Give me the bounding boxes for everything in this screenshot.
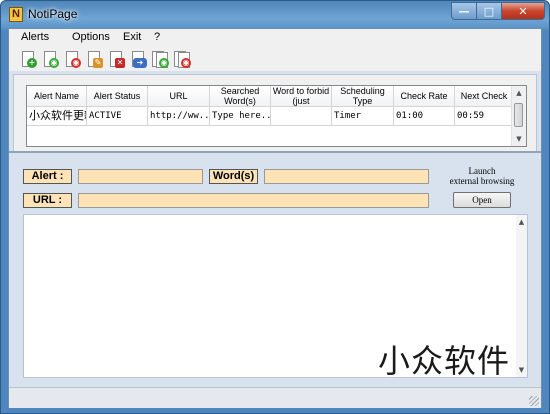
browser-scrollbar[interactable]: ▲ ▼ — [516, 215, 527, 377]
check-now-icon[interactable]: ➜ — [130, 51, 147, 68]
table-cell-check-rate[interactable]: 01:00 — [394, 107, 455, 126]
maximize-icon: □ — [483, 4, 495, 18]
column-header-scheduling-type[interactable]: Scheduling Type — [332, 86, 394, 107]
alerts-table: Alert Name Alert Status URL Searched Wor… — [26, 85, 527, 147]
stop-all-icon[interactable]: ◉ — [174, 51, 191, 68]
watermark-text: 小众软件 — [378, 342, 511, 380]
url-field[interactable] — [78, 193, 429, 208]
table-cell-next-check[interactable]: 00:59 — [455, 107, 514, 126]
table-cell-searched-words[interactable]: Type here... — [210, 107, 271, 126]
minimize-icon: — — [458, 4, 470, 18]
table-cell-scheduling-type[interactable]: Timer — [332, 107, 394, 126]
table-cell-alert-status[interactable]: ACTIVE — [87, 107, 148, 126]
url-label: URL : — [23, 193, 72, 208]
open-button[interactable]: Open — [453, 192, 511, 208]
words-label: Word(s) — [209, 169, 258, 184]
menu-exit[interactable]: Exit — [123, 31, 141, 43]
window-title: NotiPage — [28, 7, 78, 21]
column-header-searched-words[interactable]: Searched Word(s) — [210, 86, 271, 107]
notipage-app-icon[interactable]: N — [9, 7, 23, 22]
scroll-up-icon[interactable]: ▲ — [512, 86, 526, 100]
minimize-button[interactable]: — — [451, 2, 477, 20]
words-field[interactable] — [264, 169, 429, 184]
app-window: N NotiPage — □ ✕ Alerts Options Exit ? +… — [0, 0, 550, 414]
resize-grip-icon[interactable] — [529, 396, 539, 406]
column-header-next-check[interactable]: Next Check — [455, 86, 514, 107]
alert-name-field[interactable] — [78, 169, 203, 184]
menu-alerts[interactable]: Alerts — [21, 31, 49, 43]
column-header-url[interactable]: URL — [148, 86, 210, 107]
column-header-alert-name[interactable]: Alert Name — [27, 86, 87, 107]
delete-alert-icon[interactable]: ✕ — [108, 51, 125, 68]
pane-splitter[interactable] — [9, 151, 541, 153]
close-icon: ✕ — [518, 4, 528, 18]
edit-alert-icon[interactable]: ✎ — [86, 51, 103, 68]
add-alert-icon[interactable]: + — [20, 51, 37, 68]
column-header-word-to-forbid[interactable]: Word to forbid (just — [271, 86, 332, 107]
window-controls: — □ ✕ — [451, 2, 545, 21]
launch-label-line1: Launch — [468, 166, 496, 176]
scroll-down-icon[interactable]: ▼ — [512, 132, 526, 146]
launch-external-browsing-label: Launch external browsing — [437, 166, 527, 186]
launch-label-line2: external browsing — [449, 176, 515, 186]
column-header-alert-status[interactable]: Alert Status — [87, 86, 148, 107]
close-button[interactable]: ✕ — [502, 2, 545, 20]
menu-bar: Alerts Options Exit ? — [9, 29, 541, 48]
alert-label: Alert : — [23, 169, 72, 184]
menu-help[interactable]: ? — [154, 31, 160, 43]
table-cell-url[interactable]: http://ww... — [148, 107, 210, 126]
start-all-icon[interactable]: ◉ — [152, 51, 169, 68]
table-scrollbar[interactable]: ▲ ▼ — [511, 86, 526, 146]
browser-scroll-down-icon[interactable]: ▼ — [516, 363, 527, 377]
status-bar — [9, 387, 541, 408]
menu-options[interactable]: Options — [72, 31, 110, 43]
scroll-thumb[interactable] — [514, 103, 523, 127]
toolbar: + ◉ ◉ ✎ ✕ ➜ ◉ ◉ — [9, 48, 541, 71]
stop-alert-icon[interactable]: ◉ — [64, 51, 81, 68]
browser-scroll-up-icon[interactable]: ▲ — [516, 215, 527, 229]
column-header-check-rate[interactable]: Check Rate — [394, 86, 455, 107]
table-cell-alert-name[interactable]: 小众软件更新 — [27, 107, 87, 126]
maximize-button[interactable]: □ — [477, 2, 502, 20]
title-bar[interactable]: N NotiPage — □ ✕ — [1, 1, 549, 28]
alerts-pane: Alert Name Alert Status URL Searched Wor… — [13, 74, 537, 152]
table-cell-word-to-forbid[interactable] — [271, 107, 332, 126]
start-alert-icon[interactable]: ◉ — [42, 51, 59, 68]
